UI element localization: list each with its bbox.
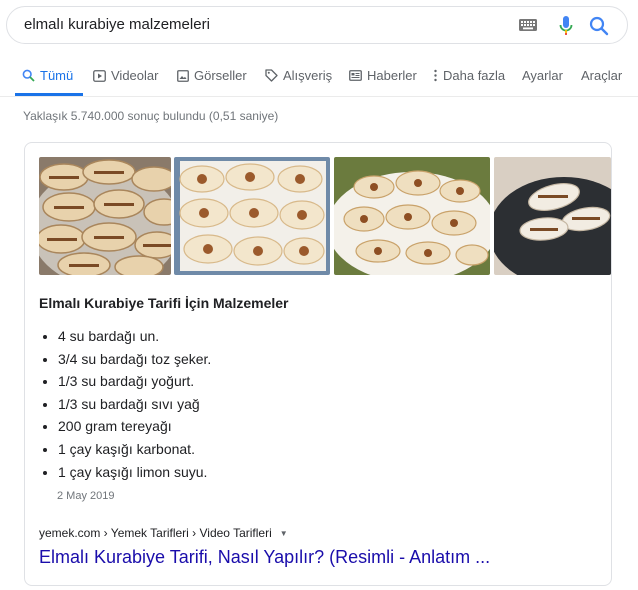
cookie-image-2[interactable] xyxy=(174,157,330,275)
ingredient-list: 4 su bardağı un. 3/4 su bardağı toz şeke… xyxy=(39,325,211,483)
search-icon xyxy=(22,69,35,82)
tab-label: Tümü xyxy=(40,68,74,83)
breadcrumb[interactable]: yemek.com › Yemek Tarifleri › Video Tari… xyxy=(39,526,288,540)
snippet-heading: Elmalı Kurabiye Tarifi İçin Malzemeler xyxy=(39,295,289,311)
search-icon[interactable] xyxy=(589,16,609,36)
snippet-date: 2 May 2019 xyxy=(57,490,115,502)
list-item: 3/4 su bardağı toz şeker. xyxy=(58,348,211,371)
search-input[interactable]: elmalı kurabiye malzemeleri xyxy=(24,16,210,33)
cookie-image-4[interactable] xyxy=(494,157,611,275)
tab-shopping[interactable]: Alışveriş xyxy=(265,68,332,83)
tab-all[interactable]: Tümü xyxy=(22,68,73,83)
tab-label: Görseller xyxy=(194,68,247,83)
result-stats: Yaklaşık 5.740.000 sonuç bulundu (0,51 s… xyxy=(23,109,279,123)
mic-icon[interactable] xyxy=(559,16,573,36)
image-icon xyxy=(177,69,189,82)
list-item: 1 çay kaşığı karbonat. xyxy=(58,438,211,461)
tab-settings[interactable]: Ayarlar xyxy=(522,68,563,83)
tab-label: Ayarlar xyxy=(522,68,563,83)
news-icon xyxy=(349,70,362,81)
tab-videos[interactable]: Videolar xyxy=(93,68,158,83)
breadcrumb-text: yemek.com › Yemek Tarifleri › Video Tari… xyxy=(39,526,272,540)
tab-label: Alışveriş xyxy=(283,68,333,83)
featured-snippet: Elmalı Kurabiye Tarifi İçin Malzemeler 4… xyxy=(24,142,612,586)
more-vert-icon xyxy=(434,69,437,82)
tag-icon xyxy=(265,69,278,82)
tab-news[interactable]: Haberler xyxy=(349,68,417,83)
active-tab-indicator xyxy=(15,93,83,96)
list-item: 4 su bardağı un. xyxy=(58,325,211,348)
cookie-image-3[interactable] xyxy=(334,157,490,275)
list-item: 1/3 su bardağı sıvı yağ xyxy=(58,393,211,416)
image-strip xyxy=(39,157,611,277)
tab-tools[interactable]: Araçlar xyxy=(581,68,622,83)
tab-label: Videolar xyxy=(111,68,159,83)
list-item: 1/3 su bardağı yoğurt. xyxy=(58,370,211,393)
tab-label: Araçlar xyxy=(581,68,623,83)
search-tabs: Tümü Videolar Görseller Alışveriş Haberl… xyxy=(0,60,638,97)
video-icon xyxy=(93,69,106,82)
caret-down-icon[interactable]: ▼ xyxy=(280,529,288,538)
list-item: 200 gram tereyağı xyxy=(58,415,211,438)
result-title-link[interactable]: Elmalı Kurabiye Tarifi, Nasıl Yapılır? (… xyxy=(39,547,490,568)
tab-label: Daha fazla xyxy=(443,68,506,83)
list-item: 1 çay kaşığı limon suyu. xyxy=(58,461,211,484)
tab-images[interactable]: Görseller xyxy=(177,68,247,83)
cookie-image-1[interactable] xyxy=(39,157,171,275)
tab-label: Haberler xyxy=(367,68,417,83)
search-box[interactable]: elmalı kurabiye malzemeleri xyxy=(6,6,628,44)
keyboard-icon[interactable] xyxy=(519,19,537,31)
tab-more[interactable]: Daha fazla xyxy=(433,68,505,83)
